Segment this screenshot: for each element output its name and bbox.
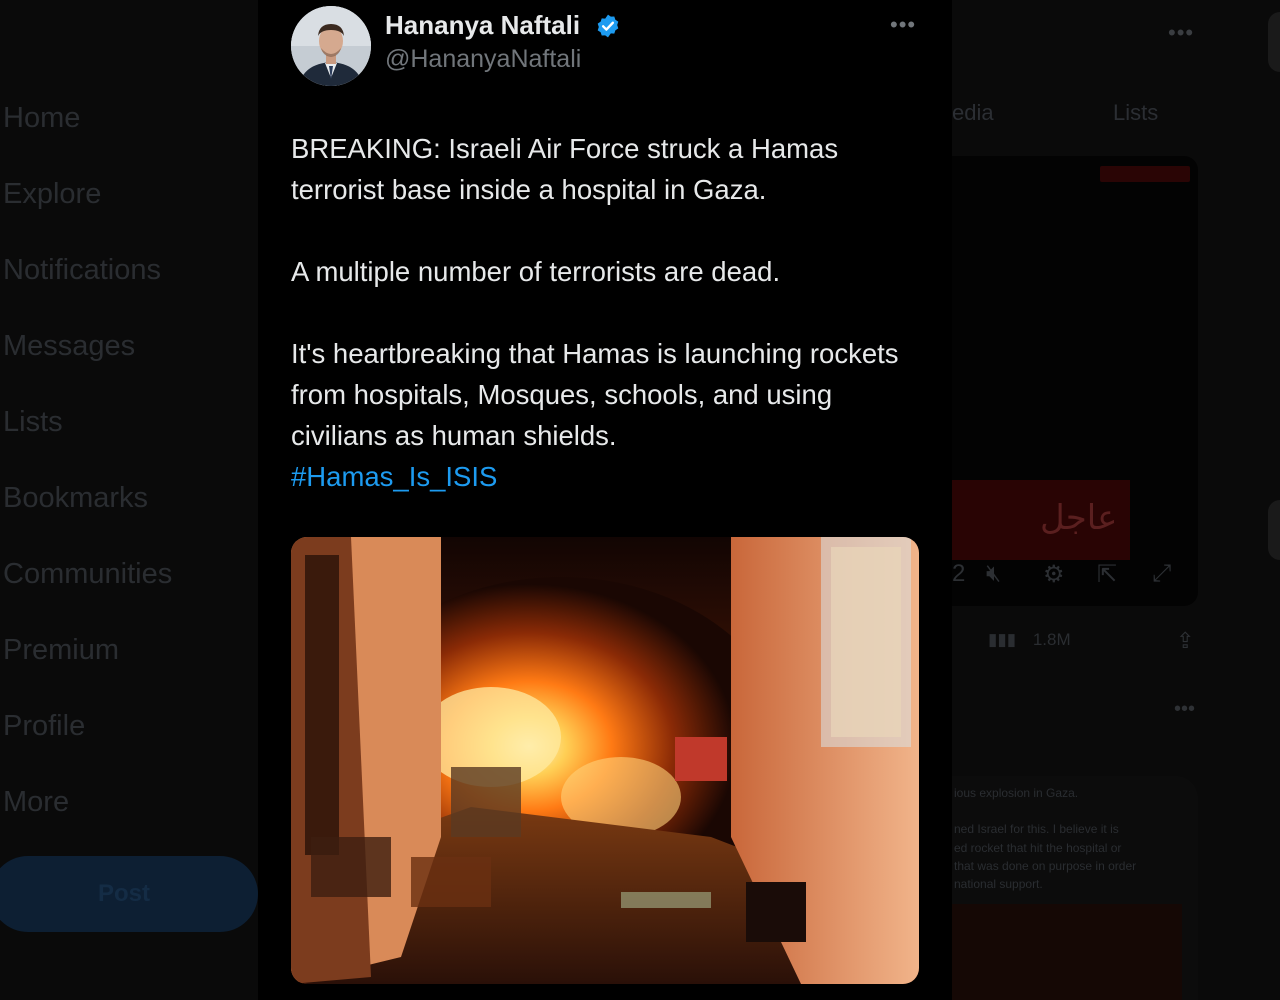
- nav-communities[interactable]: Communities: [3, 558, 172, 591]
- nav-explore[interactable]: Explore: [3, 178, 101, 211]
- reply-text-line: national support.: [954, 877, 1043, 891]
- video-counter: 2: [952, 560, 966, 587]
- views-icon: ▮▮▮: [988, 630, 1017, 649]
- nav-notifications[interactable]: Notifications: [3, 254, 161, 287]
- nav-lists[interactable]: Lists: [3, 406, 63, 439]
- tweet-more-icon[interactable]: •••: [890, 12, 916, 38]
- tweet-paragraph: It's heartbreaking that Hamas is launchi…: [291, 338, 899, 451]
- edge-button[interactable]: [1268, 500, 1280, 560]
- explosion-photo: [291, 537, 919, 984]
- tweet-body: BREAKING: Israeli Air Force struck a Ham…: [291, 128, 931, 497]
- fullscreen-icon[interactable]: ⤢: [1152, 560, 1171, 588]
- hashtag-link[interactable]: #Hamas_Is_ISIS: [291, 461, 497, 492]
- tab-lists[interactable]: Lists: [1113, 100, 1158, 126]
- settings-gear-icon[interactable]: ⚙: [1043, 560, 1065, 589]
- reply-text-line: ned Israel for this. I believe it is: [954, 822, 1119, 836]
- reply-text-line: ious explosion in Gaza.: [954, 786, 1079, 800]
- video-overlay-text: عاجل: [1040, 498, 1118, 538]
- tweet-photo[interactable]: [291, 537, 919, 984]
- tweet-paragraph: BREAKING: Israeli Air Force struck a Ham…: [291, 133, 839, 205]
- reply-text-line: that was done on purpose in order: [954, 859, 1137, 873]
- reply-more-icon[interactable]: •••: [1174, 698, 1195, 721]
- views-value: 1.8M: [1032, 630, 1071, 649]
- popout-icon[interactable]: ⇱: [1097, 560, 1117, 589]
- live-badge: [1100, 166, 1190, 182]
- views-count: ▮▮▮ 1.8M: [988, 630, 1071, 650]
- reply-image[interactable]: [952, 904, 1182, 1000]
- post-button[interactable]: Post: [0, 856, 258, 932]
- avatar[interactable]: [291, 6, 371, 86]
- left-navigation: Home Explore Notifications Messages List…: [0, 0, 258, 1000]
- reply-text-line: ed rocket that hit the hospital or: [954, 841, 1122, 855]
- nav-profile[interactable]: Profile: [3, 710, 85, 743]
- author-handle[interactable]: @HananyaNaftali: [385, 45, 581, 74]
- mute-icon[interactable]: 🔇︎: [986, 560, 1001, 588]
- nav-home[interactable]: Home: [3, 102, 80, 135]
- more-options-icon[interactable]: •••: [1168, 20, 1194, 46]
- author-name[interactable]: Hananya Naftali: [385, 10, 580, 41]
- tab-media[interactable]: edia: [952, 100, 994, 126]
- nav-messages[interactable]: Messages: [3, 330, 135, 363]
- nav-premium[interactable]: Premium: [3, 634, 119, 667]
- verified-badge-icon: [597, 14, 619, 38]
- avatar-photo: [291, 6, 371, 86]
- share-icon[interactable]: ⇪: [1176, 628, 1194, 654]
- nav-bookmarks[interactable]: Bookmarks: [3, 482, 148, 515]
- nav-more[interactable]: More: [3, 786, 69, 819]
- tweet-card[interactable]: Hananya Naftali @HananyaNaftali ••• BREA…: [258, 0, 952, 1000]
- edge-button[interactable]: [1268, 12, 1280, 72]
- tweet-paragraph: A multiple number of terrorists are dead…: [291, 256, 781, 287]
